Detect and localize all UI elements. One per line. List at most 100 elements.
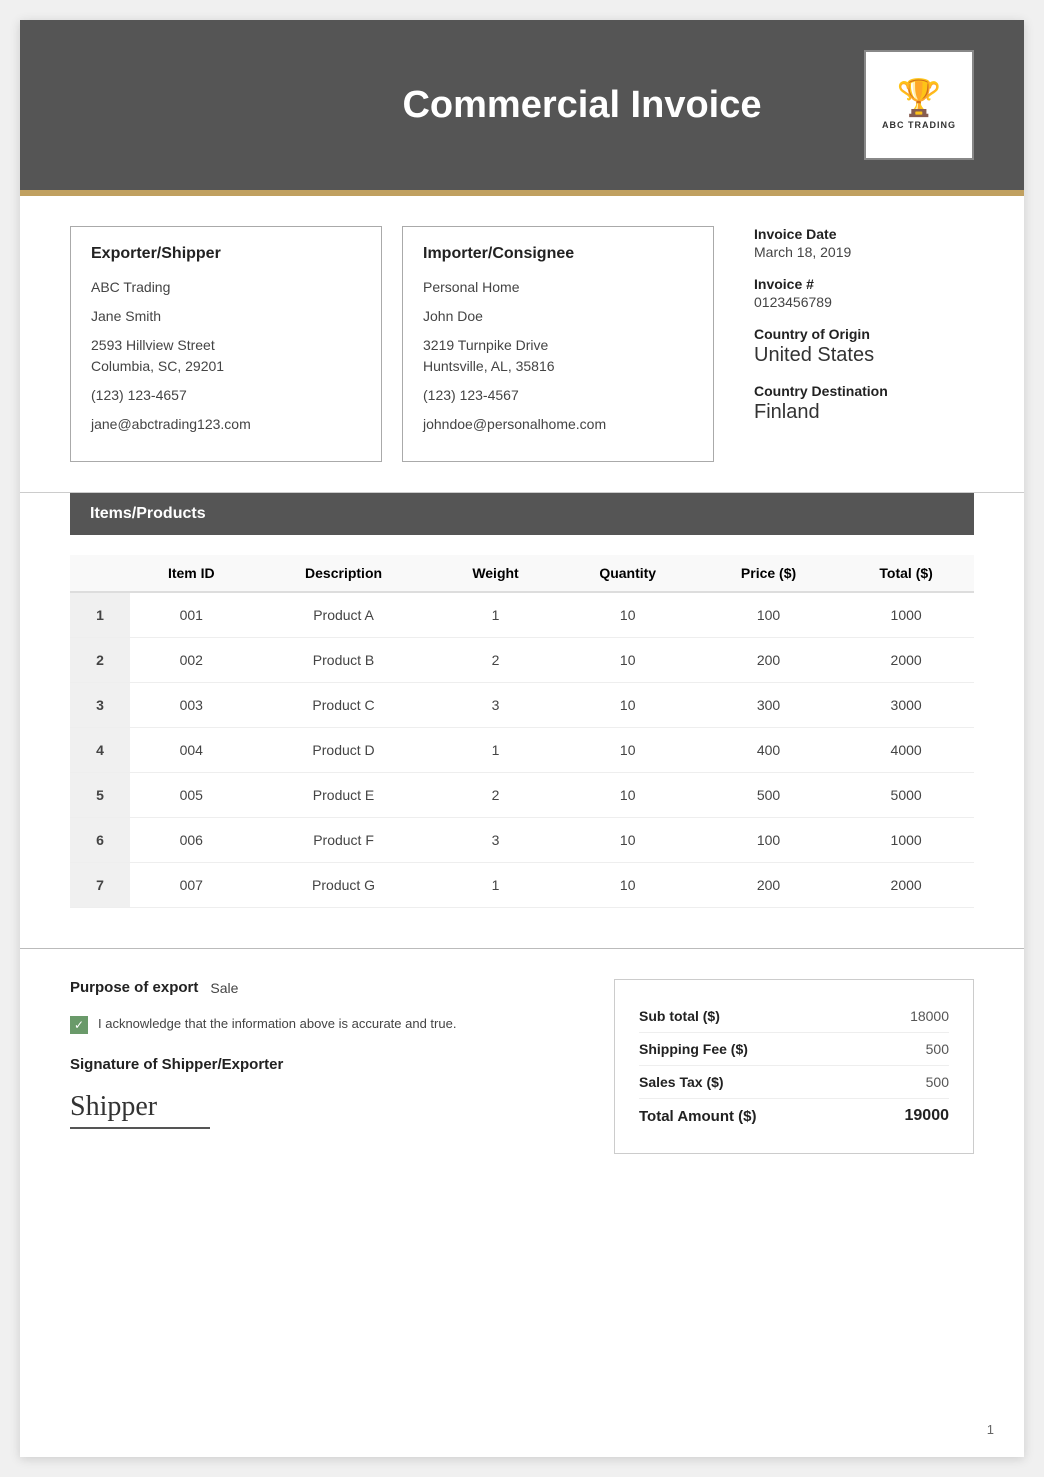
row-weight: 1 [435, 863, 557, 908]
purpose-line: Purpose of export Sale [70, 979, 584, 996]
importer-body: Personal Home John Doe 3219 Turnpike Dri… [423, 277, 693, 435]
col-weight: Weight [435, 555, 557, 592]
row-price: 100 [699, 592, 838, 638]
row-quantity: 10 [557, 592, 699, 638]
importer-section: Importer/Consignee Personal Home John Do… [402, 226, 714, 462]
row-price: 200 [699, 863, 838, 908]
info-section: Exporter/Shipper ABC Trading Jane Smith … [20, 196, 1024, 493]
row-quantity: 10 [557, 683, 699, 728]
items-section: Items/Products Item ID Description Weigh… [20, 493, 1024, 938]
tax-label: Sales Tax ($) [639, 1074, 724, 1090]
page-title: Commercial Invoice [180, 84, 864, 127]
invoice-date-label: Invoice Date [754, 226, 974, 242]
origin-label: Country of Origin [754, 326, 974, 342]
items-header: Items/Products [70, 493, 974, 535]
col-total: Total ($) [838, 555, 974, 592]
invoice-number-group: Invoice # 0123456789 [754, 276, 974, 310]
exporter-address: 2593 Hillview Street Columbia, SC, 29201 [91, 335, 361, 377]
row-num: 6 [70, 818, 130, 863]
exporter-name: Jane Smith [91, 306, 361, 327]
row-num: 5 [70, 773, 130, 818]
row-id: 006 [130, 818, 253, 863]
footer-left: Purpose of export Sale ✓ I acknowledge t… [70, 979, 584, 1154]
row-quantity: 10 [557, 728, 699, 773]
footer-section: Purpose of export Sale ✓ I acknowledge t… [20, 948, 1024, 1184]
row-id: 004 [130, 728, 253, 773]
total-label: Total Amount ($) [639, 1108, 756, 1125]
col-description: Description [253, 555, 435, 592]
row-quantity: 10 [557, 773, 699, 818]
shipping-row: Shipping Fee ($) 500 [639, 1033, 949, 1066]
row-price: 300 [699, 683, 838, 728]
origin-group: Country of Origin United States [754, 326, 974, 367]
row-id: 001 [130, 592, 253, 638]
row-price: 100 [699, 818, 838, 863]
row-total: 3000 [838, 683, 974, 728]
acknowledge-checkbox[interactable]: ✓ [70, 1016, 88, 1034]
row-description: Product D [253, 728, 435, 773]
exporter-header: Exporter/Shipper [91, 245, 361, 263]
row-total: 2000 [838, 863, 974, 908]
invoice-details: Invoice Date March 18, 2019 Invoice # 01… [734, 226, 974, 462]
row-total: 2000 [838, 638, 974, 683]
subtotal-value: 18000 [910, 1008, 949, 1024]
purpose-value: Sale [210, 980, 238, 996]
col-quantity: Quantity [557, 555, 699, 592]
logo-icon: 🏆 [897, 80, 942, 116]
origin-value: United States [754, 344, 974, 367]
row-weight: 1 [435, 592, 557, 638]
tax-value: 500 [926, 1074, 949, 1090]
logo-text: ABC TRADING [882, 120, 956, 130]
exporter-phone: (123) 123-4657 [91, 385, 361, 406]
destination-group: Country Destination Finland [754, 383, 974, 424]
row-weight: 3 [435, 818, 557, 863]
row-total: 1000 [838, 818, 974, 863]
row-price: 400 [699, 728, 838, 773]
row-total: 5000 [838, 773, 974, 818]
invoice-page: Commercial Invoice 🏆 ABC TRADING Exporte… [20, 20, 1024, 1457]
row-price: 200 [699, 638, 838, 683]
row-num: 2 [70, 638, 130, 683]
tax-row: Sales Tax ($) 500 [639, 1066, 949, 1099]
row-description: Product B [253, 638, 435, 683]
footer-right: Sub total ($) 18000 Shipping Fee ($) 500… [614, 979, 974, 1154]
shipping-label: Shipping Fee ($) [639, 1041, 748, 1057]
exporter-body: ABC Trading Jane Smith 2593 Hillview Str… [91, 277, 361, 435]
importer-header: Importer/Consignee [423, 245, 693, 263]
logo: 🏆 ABC TRADING [864, 50, 974, 160]
row-id: 007 [130, 863, 253, 908]
header: Commercial Invoice 🏆 ABC TRADING [20, 20, 1024, 190]
total-row: Total Amount ($) 19000 [639, 1099, 949, 1133]
signature-label: Signature of Shipper/Exporter [70, 1056, 584, 1073]
row-description: Product A [253, 592, 435, 638]
importer-email: johndoe@personalhome.com [423, 414, 693, 435]
table-row: 3 003 Product C 3 10 300 3000 [70, 683, 974, 728]
col-num [70, 555, 130, 592]
row-num: 3 [70, 683, 130, 728]
row-description: Product G [253, 863, 435, 908]
row-quantity: 10 [557, 863, 699, 908]
row-price: 500 [699, 773, 838, 818]
exporter-email: jane@abctrading123.com [91, 414, 361, 435]
destination-label: Country Destination [754, 383, 974, 399]
row-num: 4 [70, 728, 130, 773]
importer-phone: (123) 123-4567 [423, 385, 693, 406]
invoice-number-value: 0123456789 [754, 294, 974, 310]
row-total: 4000 [838, 728, 974, 773]
row-id: 005 [130, 773, 253, 818]
exporter-section: Exporter/Shipper ABC Trading Jane Smith … [70, 226, 382, 462]
row-weight: 2 [435, 773, 557, 818]
row-id: 003 [130, 683, 253, 728]
page-number: 1 [987, 1422, 994, 1437]
row-description: Product C [253, 683, 435, 728]
table-row: 7 007 Product G 1 10 200 2000 [70, 863, 974, 908]
signature: Shipper [70, 1091, 210, 1129]
table-header-row: Item ID Description Weight Quantity Pric… [70, 555, 974, 592]
exporter-company: ABC Trading [91, 277, 361, 298]
subtotal-label: Sub total ($) [639, 1008, 720, 1024]
shipping-value: 500 [926, 1041, 949, 1057]
table-row: 2 002 Product B 2 10 200 2000 [70, 638, 974, 683]
importer-name: John Doe [423, 306, 693, 327]
col-item-id: Item ID [130, 555, 253, 592]
row-weight: 1 [435, 728, 557, 773]
